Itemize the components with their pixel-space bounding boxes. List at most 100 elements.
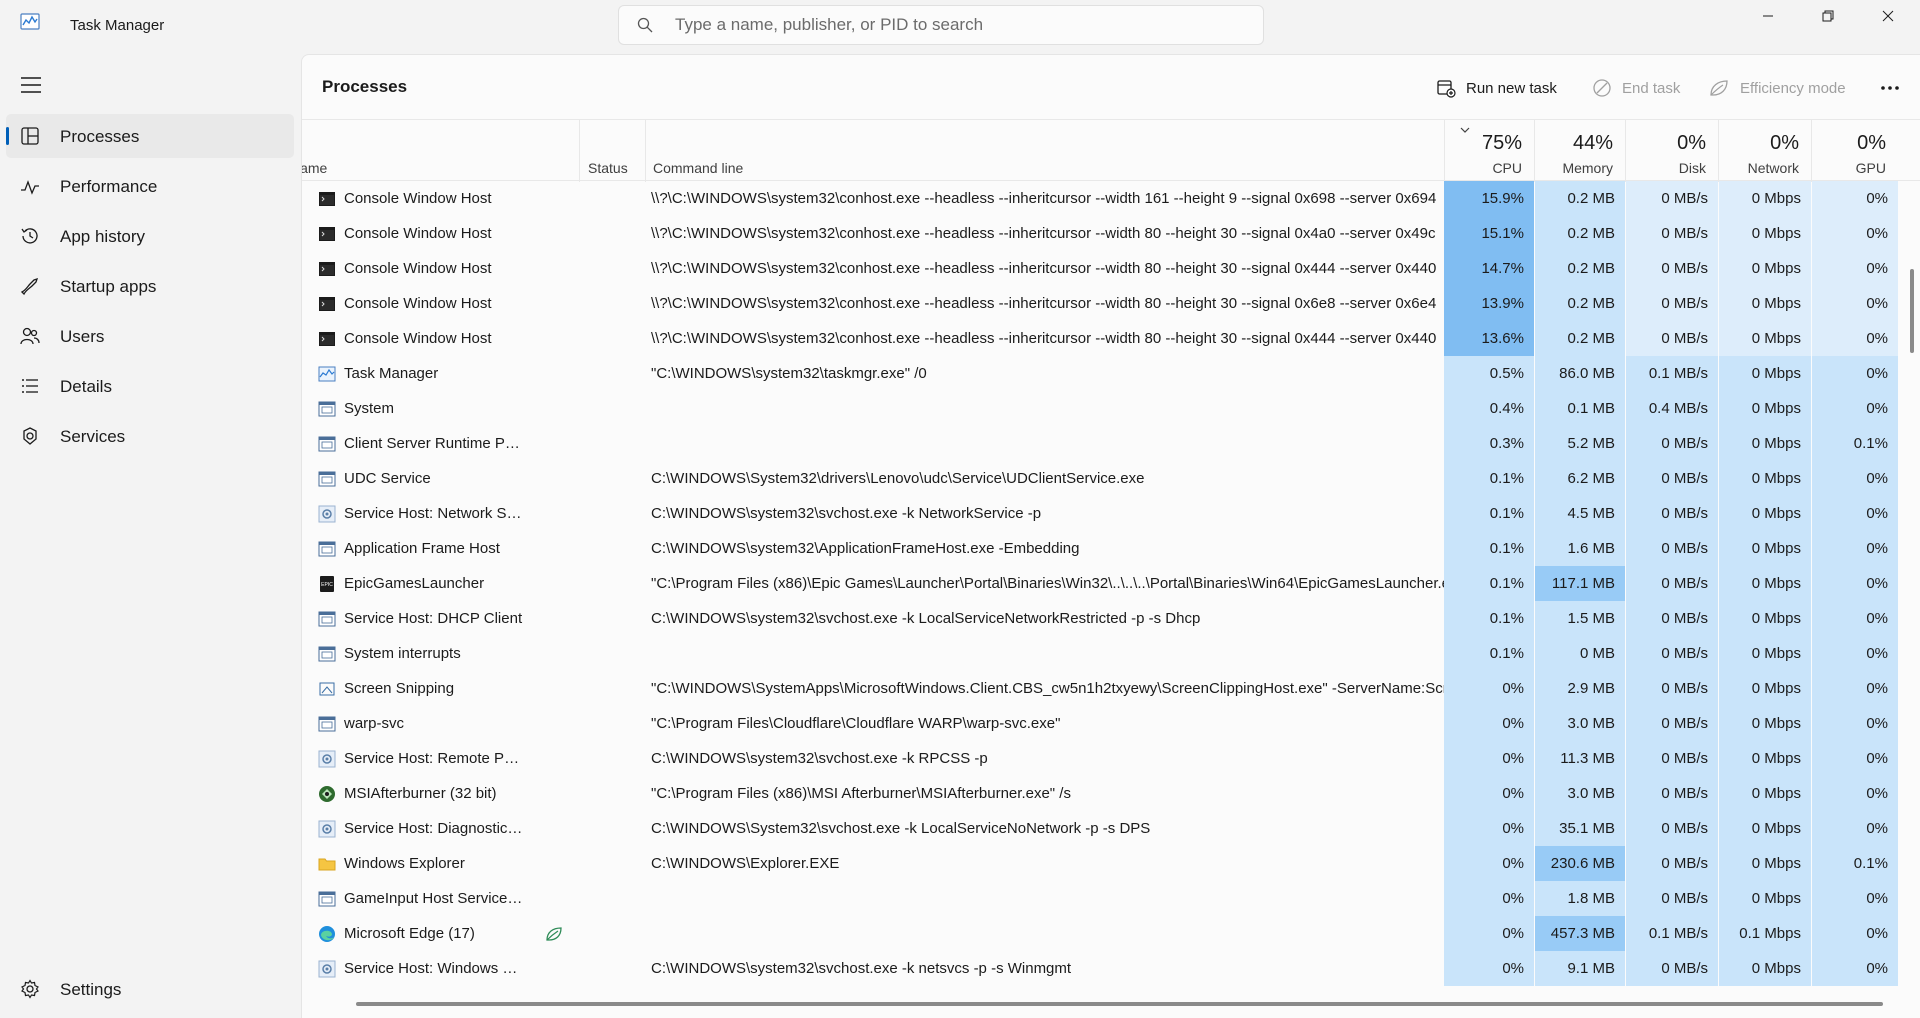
gear-icon — [21, 979, 39, 999]
process-name: Console Window Host — [344, 225, 492, 242]
process-gpu: 0% — [1812, 916, 1898, 951]
process-memory: 0.2 MB — [1535, 216, 1625, 251]
history-icon — [21, 228, 38, 244]
process-memory: 35.1 MB — [1535, 811, 1625, 846]
process-disk: 0 MB/s — [1626, 566, 1718, 601]
sidebar-item-users[interactable]: Users — [6, 314, 294, 358]
efficiency-mode-button[interactable]: Efficiency mode — [1708, 75, 1846, 101]
process-name: Application Frame Host — [344, 540, 500, 557]
table-row[interactable]: Service Host: Windows Management Instrum… — [302, 951, 1920, 986]
horizontal-scrollbar[interactable] — [356, 1002, 1883, 1006]
column-header-network[interactable]: 0% Network — [1719, 120, 1812, 182]
column-header-memory[interactable]: 44% Memory — [1535, 120, 1626, 182]
process-cpu: 0% — [1444, 916, 1534, 951]
table-header: Name Status Command line 75% CPU 44% Mem… — [302, 119, 1920, 182]
column-header-status[interactable]: Status — [580, 120, 646, 182]
more-options-button[interactable] — [1880, 75, 1910, 101]
more-horizontal-icon — [1881, 86, 1899, 90]
process-name: Console Window Host — [344, 295, 492, 312]
process-status — [528, 881, 580, 916]
column-header-disk[interactable]: 0% Disk — [1626, 120, 1719, 182]
table-row[interactable]: Screen Snipping "C:\WINDOWS\SystemApps\Mi… — [302, 671, 1920, 706]
table-row[interactable]: Service Host: Remote Procedure Call (2)C… — [302, 741, 1920, 776]
sidebar-item-performance[interactable]: Performance — [6, 164, 294, 208]
process-network: 0 Mbps — [1719, 286, 1811, 321]
memory-total: 44% — [1572, 132, 1613, 154]
performance-icon — [21, 180, 39, 195]
column-header-command-line[interactable]: Command line — [646, 120, 1445, 182]
table-row[interactable]: System interrupts 0.1% 0 MB 0 MB/s 0 Mbps 0% — [302, 636, 1920, 671]
table-row[interactable]: Windows Explorer C:\WINDOWS\Explorer.EXE 0… — [302, 846, 1920, 881]
window-title: Task Manager — [70, 17, 165, 34]
table-row[interactable]: Service Host: Diagnostic Policy ServiceC… — [302, 811, 1920, 846]
process-gpu: 0% — [1812, 951, 1898, 986]
close-button[interactable] — [1858, 0, 1918, 32]
process-status — [528, 601, 580, 636]
table-row[interactable]: Service Host: DHCP Client C:\WINDOWS\syst… — [302, 601, 1920, 636]
vertical-scrollbar[interactable] — [1910, 269, 1914, 353]
table-row[interactable]: Console Window Host \\?\C:\WINDOWS\system… — [302, 181, 1920, 216]
table-row[interactable]: Console Window Host \\?\C:\WINDOWS\system… — [302, 251, 1920, 286]
process-name: Client Server Runtime Process — [344, 435, 524, 452]
process-network: 0 Mbps — [1719, 566, 1811, 601]
table-row[interactable]: MSIAfterburner (32 bit) "C:\Program Files… — [302, 776, 1920, 811]
table-row[interactable]: Console Window Host \\?\C:\WINDOWS\system… — [302, 216, 1920, 251]
run-new-task-button[interactable]: Run new task — [1436, 75, 1557, 101]
table-row[interactable]: Service Host: Network ServiceC:\WINDOWS\… — [302, 496, 1920, 531]
search-input[interactable] — [675, 6, 1245, 44]
process-disk: 0 MB/s — [1626, 811, 1718, 846]
process-cpu: 13.9% — [1444, 286, 1534, 321]
process-memory: 3.0 MB — [1535, 776, 1625, 811]
page-title: Processes — [322, 77, 408, 96]
table-row[interactable]: Application Frame Host C:\WINDOWS\system3… — [302, 531, 1920, 566]
process-memory: 1.5 MB — [1535, 601, 1625, 636]
process-disk: 0 MB/s — [1626, 216, 1718, 251]
table-row[interactable]: EPIC EpicGamesLauncher "C:\Program Files (… — [302, 566, 1920, 601]
process-name: warp-svc — [344, 715, 405, 732]
process-network: 0 Mbps — [1719, 706, 1811, 741]
restore-button[interactable] — [1798, 0, 1858, 32]
process-gpu: 0% — [1812, 496, 1898, 531]
column-header-cpu[interactable]: 75% CPU — [1445, 120, 1535, 182]
table-row[interactable]: warp-svc "C:\Program Files\Cloudflare\Clo… — [302, 706, 1920, 741]
column-label-cpu: CPU — [1492, 160, 1522, 176]
process-gpu: 0% — [1812, 881, 1898, 916]
table-row[interactable]: UDC Service C:\WINDOWS\System32\drivers\L… — [302, 461, 1920, 496]
process-name: Service Host: Diagnostic Policy Service — [344, 820, 524, 837]
table-row[interactable]: Client Server Runtime Process0.3%5.2 MB0… — [302, 426, 1920, 461]
table-row[interactable]: Console Window Host \\?\C:\WINDOWS\system… — [302, 321, 1920, 356]
minimize-button[interactable] — [1738, 0, 1798, 32]
process-cpu: 13.6% — [1444, 321, 1534, 356]
console-icon — [318, 286, 336, 321]
table-row[interactable]: Console Window Host \\?\C:\WINDOWS\system… — [302, 286, 1920, 321]
table-row[interactable]: System 0.4% 0.1 MB 0.4 MB/s 0 Mbps 0% — [302, 391, 1920, 426]
process-name: Service Host: DHCP Client — [344, 610, 523, 627]
search-box[interactable] — [618, 5, 1264, 45]
column-header-gpu[interactable]: 0% GPU — [1812, 120, 1898, 182]
process-cpu: 0.5% — [1444, 356, 1534, 391]
process-gpu: 0% — [1812, 216, 1898, 251]
process-gpu: 0% — [1812, 601, 1898, 636]
end-task-button[interactable]: End task — [1592, 75, 1680, 101]
table-row[interactable]: GameInput Host Service (2) 0% 1.8 MB 0 MB/s… — [302, 881, 1920, 916]
sidebar-item-settings[interactable]: Settings — [6, 967, 294, 1011]
column-header-name[interactable]: Name — [302, 120, 580, 182]
process-gpu: 0% — [1812, 671, 1898, 706]
process-gpu: 0% — [1812, 531, 1898, 566]
process-cpu: 0% — [1444, 671, 1534, 706]
process-status — [528, 496, 580, 531]
console-icon — [318, 251, 336, 286]
hamburger-menu-icon[interactable] — [20, 76, 42, 94]
sidebar-item-app-history[interactable]: App history — [6, 214, 294, 258]
sidebar-item-services[interactable]: Services — [6, 414, 294, 458]
process-disk: 0 MB/s — [1626, 741, 1718, 776]
process-disk: 0 MB/s — [1626, 251, 1718, 286]
console-icon — [318, 216, 336, 251]
table-row[interactable]: Microsoft Edge (17) 0% 457.3 MB 0.1 MB/s 0.1… — [302, 916, 1920, 951]
sidebar-item-startup-apps[interactable]: Startup apps — [6, 264, 294, 308]
table-row[interactable]: Task Manager "C:\WINDOWS\system32\taskmgr… — [302, 356, 1920, 391]
sidebar-item-details[interactable]: Details — [6, 364, 294, 408]
sidebar-item-processes[interactable]: Processes — [6, 114, 294, 158]
process-network: 0 Mbps — [1719, 461, 1811, 496]
column-label-memory: Memory — [1562, 160, 1613, 176]
